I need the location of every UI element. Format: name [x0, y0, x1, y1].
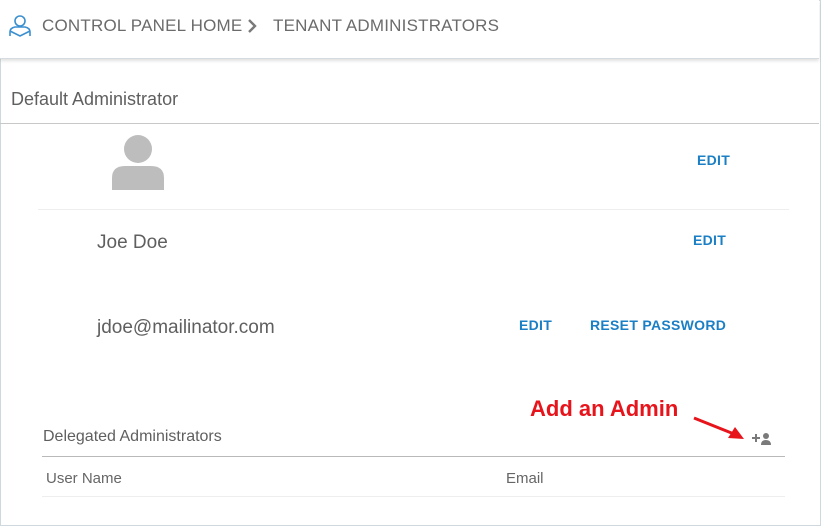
admin-email: jdoe@mailinator.com [97, 317, 275, 338]
column-header-email[interactable]: Email [506, 470, 544, 487]
row-divider [38, 209, 789, 210]
admin-name: Joe Doe [97, 232, 168, 253]
user-home-icon[interactable] [7, 13, 33, 39]
add-user-icon[interactable] [752, 431, 772, 445]
annotation-arrow [693, 416, 744, 439]
breadcrumb-home-link[interactable]: CONTROL PANEL HOME [42, 16, 242, 36]
name-edit-button[interactable]: EDIT [693, 232, 726, 248]
default-admin-title: Default Administrator [11, 89, 179, 109]
delegated-admins-title: Delegated Administrators [43, 428, 222, 445]
email-edit-button[interactable]: EDIT [519, 317, 552, 333]
chevron-right-icon [248, 19, 257, 33]
add-admin-annotation: Add an Admin [530, 396, 679, 421]
delegated-divider [42, 456, 785, 457]
breadcrumb: CONTROL PANEL HOME TENANT ADMINISTRATORS [0, 0, 819, 59]
page-frame [0, 0, 821, 526]
table-header-divider [42, 496, 785, 497]
avatar-edit-button[interactable]: EDIT [697, 152, 730, 168]
section-divider [0, 123, 819, 124]
column-header-user-name[interactable]: User Name [46, 470, 122, 487]
user-avatar-icon [112, 135, 164, 190]
breadcrumb-current: TENANT ADMINISTRATORS [273, 16, 500, 35]
reset-password-button[interactable]: RESET PASSWORD [590, 317, 726, 333]
